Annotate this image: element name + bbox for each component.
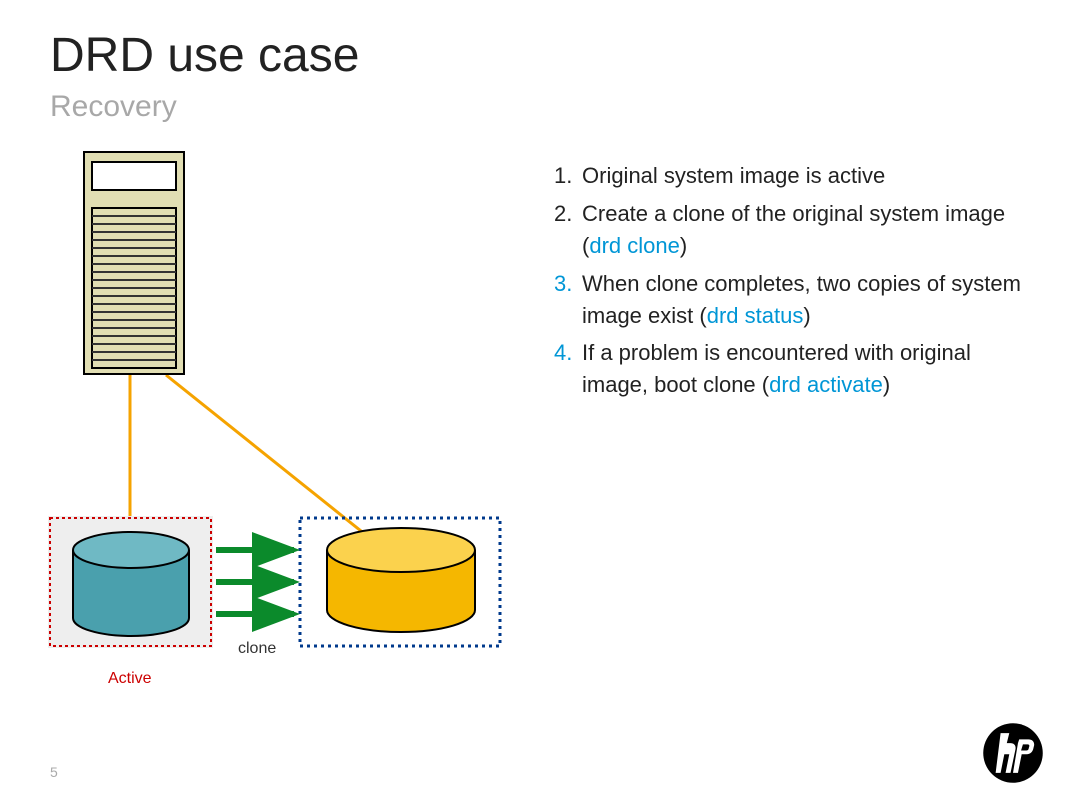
clone-arrows-icon [216,550,294,614]
steps-list: 1.Original system image is active 2.Creat… [552,160,1042,407]
step-item: 1.Original system image is active [552,160,1042,192]
active-label: Active [108,670,152,688]
clone-label: clone [238,640,276,658]
slide-title: DRD use case [50,28,359,83]
recovery-diagram [46,150,516,670]
slide-subtitle: Recovery [50,90,177,124]
clone-disk-icon [327,528,475,632]
hp-logo-icon [982,722,1044,784]
step-item: 4.If a problem is encountered with origi… [552,337,1042,401]
active-disk-icon [73,532,189,636]
step-item: 2.Create a clone of the original system … [552,198,1042,262]
page-number: 5 [50,764,58,780]
step-item: 3.When clone completes, two copies of sy… [552,268,1042,332]
slide: DRD use case Recovery 1.Original system … [0,0,1080,810]
